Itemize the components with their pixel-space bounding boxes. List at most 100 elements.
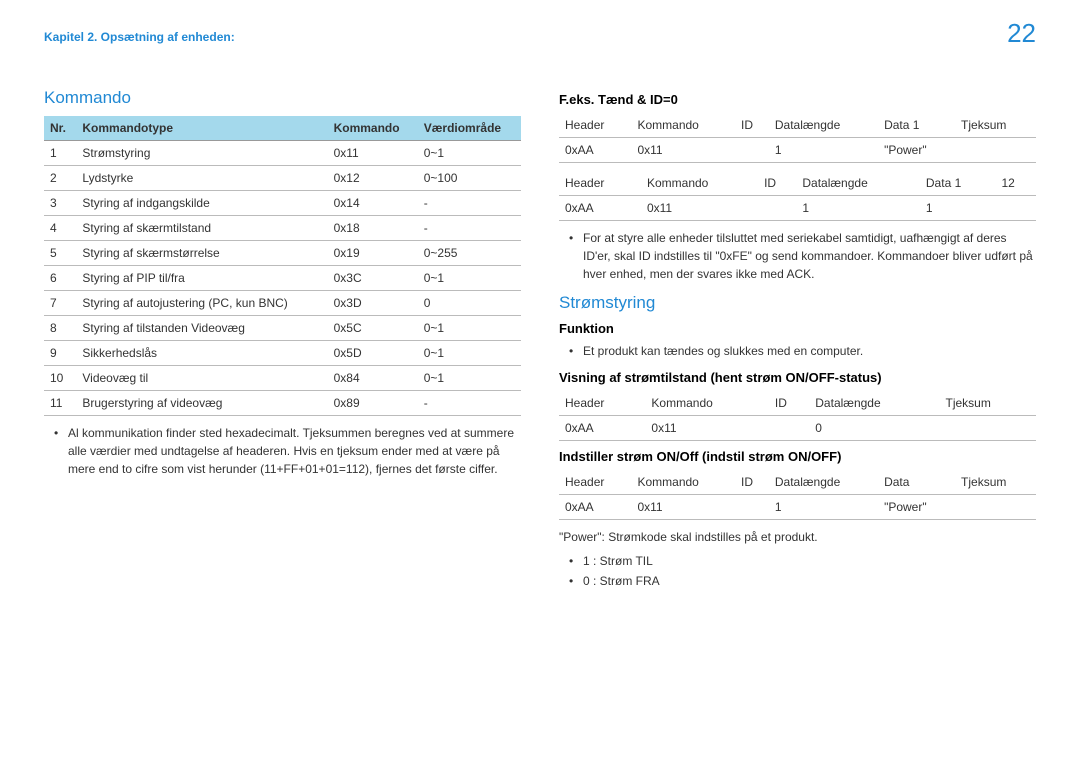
table-cell: 1	[44, 141, 76, 166]
table-row: 5Styring af skærmstørrelse0x190~255	[44, 241, 521, 266]
col-kommandotype: Kommandotype	[76, 116, 327, 141]
th: Data	[878, 470, 955, 495]
th: Kommando	[631, 470, 735, 495]
th: Datalængde	[769, 470, 878, 495]
td	[955, 495, 1036, 520]
right-column: F.eks. Tænd & ID=0 Header Kommando ID Da…	[559, 84, 1036, 600]
td	[955, 138, 1036, 163]
list-item: 0 : Strøm FRA	[573, 572, 1036, 590]
table-cell: 0~1	[418, 341, 521, 366]
td	[769, 416, 809, 441]
example-note: For at styre alle enheder tilsluttet med…	[559, 229, 1036, 283]
table-row: 3Styring af indgangskilde0x14-	[44, 191, 521, 216]
note-text: Et produkt kan tændes og slukkes med en …	[573, 342, 1036, 360]
th: Header	[559, 470, 631, 495]
th: Header	[559, 113, 631, 138]
td: 0xAA	[559, 196, 641, 221]
table-cell: 0x89	[328, 391, 418, 416]
td: 0xAA	[559, 416, 645, 441]
command-table: Nr. Kommandotype Kommando Værdiområde 1S…	[44, 116, 521, 416]
th: Data 1	[920, 171, 996, 196]
table-cell: 0	[418, 291, 521, 316]
table-cell: 2	[44, 166, 76, 191]
example-table-1: Header Kommando ID Datalængde Data 1 Tje…	[559, 113, 1036, 163]
table-cell: 0~1	[418, 366, 521, 391]
td: 0x11	[631, 138, 735, 163]
td: 0	[809, 416, 939, 441]
th: Kommando	[631, 113, 735, 138]
table-cell: 0x14	[328, 191, 418, 216]
table-row: 7Styring af autojustering (PC, kun BNC)0…	[44, 291, 521, 316]
td	[735, 495, 769, 520]
table-cell: -	[418, 216, 521, 241]
list-item: 1 : Strøm TIL	[573, 552, 1036, 570]
table-cell: Styring af skærmstørrelse	[76, 241, 327, 266]
table-cell: 9	[44, 341, 76, 366]
th: ID	[769, 391, 809, 416]
td	[758, 196, 796, 221]
th: Tjeksum	[955, 113, 1036, 138]
power-desc: "Power": Strømkode skal indstilles på et…	[559, 528, 1036, 546]
table-cell: Styring af PIP til/fra	[76, 266, 327, 291]
th: Datalængde	[796, 171, 920, 196]
table-row: 11Brugerstyring af videovæg0x89-	[44, 391, 521, 416]
td	[995, 196, 1036, 221]
table-row: 10Videovæg til0x840~1	[44, 366, 521, 391]
view-power-table: Header Kommando ID Datalængde Tjeksum 0x…	[559, 391, 1036, 441]
th: Datalængde	[809, 391, 939, 416]
th: Tjeksum	[939, 391, 1036, 416]
th: 12	[995, 171, 1036, 196]
example-table-2: Header Kommando ID Datalængde Data 1 12 …	[559, 171, 1036, 221]
table-row: 4Styring af skærmtilstand0x18-	[44, 216, 521, 241]
th: Data 1	[878, 113, 955, 138]
table-row: 1Strømstyring0x110~1	[44, 141, 521, 166]
table-row: 2Lydstyrke0x120~100	[44, 166, 521, 191]
section-title-kommando: Kommando	[44, 88, 521, 108]
table-cell: Styring af indgangskilde	[76, 191, 327, 216]
th: Kommando	[645, 391, 768, 416]
table-cell: 0x19	[328, 241, 418, 266]
table-cell: -	[418, 391, 521, 416]
th: Header	[559, 391, 645, 416]
funktion-note: Et produkt kan tændes og slukkes med en …	[559, 342, 1036, 360]
table-cell: 4	[44, 216, 76, 241]
table-cell: 3	[44, 191, 76, 216]
example-title: F.eks. Tænd & ID=0	[559, 92, 1036, 107]
table-row: 6Styring af PIP til/fra0x3C0~1	[44, 266, 521, 291]
col-kommando: Kommando	[328, 116, 418, 141]
table-cell: 10	[44, 366, 76, 391]
td: 0xAA	[559, 495, 631, 520]
section-title-stroemstyring: Strømstyring	[559, 293, 1036, 313]
chapter-heading: Kapitel 2. Opsætning af enheden:	[44, 30, 1036, 44]
command-note: Al kommunikation finder sted hexadecimal…	[44, 424, 521, 478]
table-cell: 8	[44, 316, 76, 341]
table-cell: Styring af tilstanden Videovæg	[76, 316, 327, 341]
col-nr: Nr.	[44, 116, 76, 141]
table-cell: 6	[44, 266, 76, 291]
table-cell: 0~1	[418, 141, 521, 166]
table-cell: 0~100	[418, 166, 521, 191]
funktion-label: Funktion	[559, 321, 1036, 336]
td: 0x11	[631, 495, 735, 520]
page-number: 22	[1007, 18, 1036, 49]
td: 0x11	[641, 196, 758, 221]
table-row: 8Styring af tilstanden Videovæg0x5C0~1	[44, 316, 521, 341]
table-cell: Brugerstyring af videovæg	[76, 391, 327, 416]
td: 1	[920, 196, 996, 221]
power-codes: 1 : Strøm TIL 0 : Strøm FRA	[559, 552, 1036, 590]
table-cell: 0x5D	[328, 341, 418, 366]
content-columns: Kommando Nr. Kommandotype Kommando Værdi…	[44, 84, 1036, 600]
table-cell: Sikkerhedslås	[76, 341, 327, 366]
th: Kommando	[641, 171, 758, 196]
set-power-table: Header Kommando ID Datalængde Data Tjeks…	[559, 470, 1036, 520]
th: Tjeksum	[955, 470, 1036, 495]
left-column: Kommando Nr. Kommandotype Kommando Værdi…	[44, 84, 521, 600]
table-cell: 0x11	[328, 141, 418, 166]
note-text: For at styre alle enheder tilsluttet med…	[573, 229, 1036, 283]
table-cell: Videovæg til	[76, 366, 327, 391]
td	[735, 138, 769, 163]
th: Datalængde	[769, 113, 878, 138]
table-cell: 0x18	[328, 216, 418, 241]
table-cell: 0x3D	[328, 291, 418, 316]
th: ID	[735, 470, 769, 495]
